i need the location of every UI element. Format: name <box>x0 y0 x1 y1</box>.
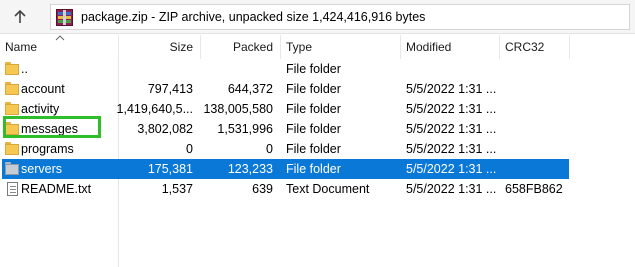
column-divider[interactable] <box>118 35 119 59</box>
item-size: 0 <box>186 142 193 156</box>
column-name[interactable]: Name <box>5 40 37 54</box>
item-size: 175,381 <box>147 162 193 176</box>
column-divider[interactable] <box>499 35 500 59</box>
folder-icon <box>5 102 19 116</box>
item-size: 1,537 <box>161 182 193 196</box>
column-divider[interactable] <box>200 35 201 59</box>
item-modified: 5/5/2022 1:31 ... <box>406 82 497 96</box>
file-list: .. File folder account 797,413 644,372 F… <box>0 59 635 267</box>
column-divider[interactable] <box>569 35 570 59</box>
item-name: programs <box>21 142 74 156</box>
list-item-readme[interactable]: README.txt 1,537 639 Text Document 5/5/2… <box>0 179 635 199</box>
text-file-icon <box>7 182 18 196</box>
folder-icon <box>5 162 19 176</box>
list-item-parent[interactable]: .. File folder <box>0 59 635 79</box>
folder-icon <box>5 82 19 96</box>
folder-icon <box>5 142 19 156</box>
item-modified: 5/5/2022 1:31 ... <box>406 182 497 196</box>
item-type: File folder <box>286 142 341 156</box>
item-type: Text Document <box>286 182 370 196</box>
item-type: File folder <box>286 122 341 136</box>
item-type: File folder <box>286 82 341 96</box>
item-modified: 5/5/2022 1:31 ... <box>406 102 497 116</box>
item-size: 3,802,082 <box>137 122 193 136</box>
item-size: 1,419,640,5... <box>116 102 193 116</box>
sort-arrow-icon <box>55 35 65 41</box>
item-packed: 123,233 <box>227 162 273 176</box>
item-modified: 5/5/2022 1:31 ... <box>406 122 497 136</box>
item-name: .. <box>21 62 28 76</box>
column-modified[interactable]: Modified <box>406 40 451 54</box>
item-packed: 1,531,996 <box>217 122 273 136</box>
column-divider[interactable] <box>400 35 401 59</box>
column-packed[interactable]: Packed <box>233 40 273 54</box>
item-modified: 5/5/2022 1:31 ... <box>406 162 497 176</box>
item-type: File folder <box>286 62 341 76</box>
item-type: File folder <box>286 162 341 176</box>
item-crc32: 658FB862 <box>505 182 563 196</box>
column-size[interactable]: Size <box>170 40 193 54</box>
folder-icon <box>5 62 19 76</box>
column-divider[interactable] <box>280 35 281 59</box>
up-folder-button[interactable] <box>5 5 35 29</box>
archive-path-text: package.zip - ZIP archive, unpacked size… <box>81 10 426 24</box>
address-bar: package.zip - ZIP archive, unpacked size… <box>0 0 635 34</box>
item-packed: 644,372 <box>227 82 273 96</box>
item-type: File folder <box>286 102 341 116</box>
item-name: activity <box>21 102 60 116</box>
path-field[interactable]: package.zip - ZIP archive, unpacked size… <box>50 4 630 30</box>
up-arrow-icon <box>14 10 26 23</box>
item-packed: 639 <box>252 182 273 196</box>
item-name: account <box>21 82 65 96</box>
item-packed: 138,005,580 <box>203 102 273 116</box>
item-packed: 0 <box>266 142 273 156</box>
item-modified: 5/5/2022 1:31 ... <box>406 142 497 156</box>
item-name: servers <box>21 162 62 176</box>
list-item-servers[interactable]: servers 175,381 123,233 File folder 5/5/… <box>0 159 635 179</box>
item-size: 797,413 <box>147 82 193 96</box>
column-crc32[interactable]: CRC32 <box>505 40 544 54</box>
list-item-account[interactable]: account 797,413 644,372 File folder 5/5/… <box>0 79 635 99</box>
zip-archive-icon <box>56 9 73 26</box>
column-type[interactable]: Type <box>286 40 312 54</box>
item-name: README.txt <box>21 182 92 196</box>
column-header: Name Size Packed Type Modified CRC32 <box>0 35 635 59</box>
list-item-programs[interactable]: programs 0 0 File folder 5/5/2022 1:31 .… <box>0 139 635 159</box>
green-highlight-box <box>3 116 101 138</box>
